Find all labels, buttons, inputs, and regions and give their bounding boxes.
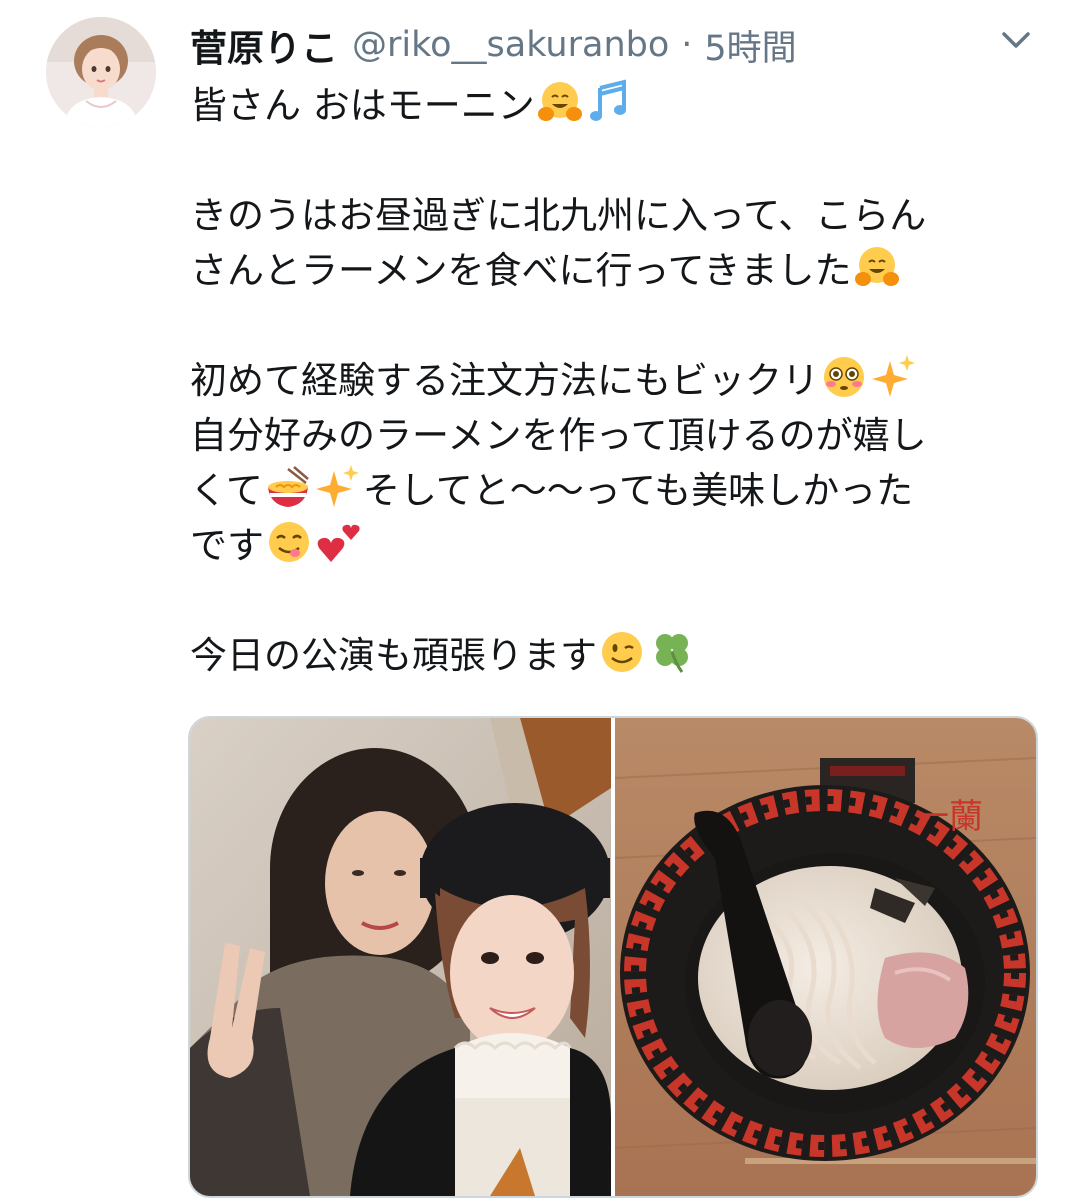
tweet-text: 皆さん おはモーニン きのうはお昼過ぎに北九州に入って、こらん さんとラーメンを… — [190, 78, 1040, 683]
tweet-line: くて そしてと〜〜っても美味しかった — [190, 463, 1040, 518]
tweet-line: 皆さん おはモーニン — [190, 78, 1040, 133]
tweet-line-text: 初めて経験する注文方法にもビックリ — [190, 359, 819, 402]
tweet-line: 自分好みのラーメンを作って頂けるのが嬉し — [190, 414, 927, 457]
tweet-line-text: くて — [190, 469, 263, 512]
musical-notes-emoji — [589, 79, 626, 121]
timestamp[interactable]: 5時間 — [704, 20, 796, 71]
display-name[interactable]: 菅原りこ — [190, 18, 338, 72]
hugging-face-emoji — [537, 82, 582, 121]
tweet-line: 今日の公演も頑張ります — [190, 628, 1040, 683]
tweet-line: です — [190, 518, 1040, 573]
four-leaf-clover-emoji — [656, 634, 688, 673]
yum-face-emoji — [269, 522, 309, 562]
tweet-line: さんとラーメンを食べに行ってきました — [190, 243, 1040, 298]
hugging-face-emoji — [854, 247, 899, 286]
selfie-photo[interactable] — [190, 718, 611, 1196]
sparkles-emoji — [315, 465, 359, 507]
handle[interactable]: @riko__sakuranbo — [352, 25, 669, 65]
separator-dot: · — [681, 25, 693, 65]
media-grid: 一蘭 — [188, 716, 1038, 1198]
tweet-header: 菅原りこ @riko__sakuranbo · 5時間 — [190, 18, 797, 72]
two-hearts-emoji — [317, 524, 360, 562]
ramen-bowl-emoji — [267, 466, 309, 507]
tweet-line-text: 今日の公演も頑張ります — [190, 634, 597, 677]
tweet-line: きのうはお昼過ぎに北九州に入って、こらん — [190, 194, 927, 237]
tweet-line-text: です — [190, 524, 264, 567]
tweet-line-text: そしてと〜〜っても美味しかった — [362, 469, 914, 512]
avatar[interactable] — [46, 17, 156, 127]
sparkles-emoji — [872, 355, 915, 397]
flushed-face-emoji — [824, 357, 864, 397]
tweet-line: 初めて経験する注文方法にもビックリ — [190, 353, 1040, 408]
chevron-down-icon[interactable] — [996, 24, 1036, 56]
ramen-photo[interactable]: 一蘭 — [615, 718, 1036, 1196]
svg-text:一蘭: 一蘭 — [915, 797, 983, 837]
winking-face-emoji — [602, 632, 642, 672]
tweet-line-text: 皆さん おはモーニン — [190, 84, 535, 127]
tweet-line-text: さんとラーメンを食べに行ってきました — [190, 249, 852, 292]
